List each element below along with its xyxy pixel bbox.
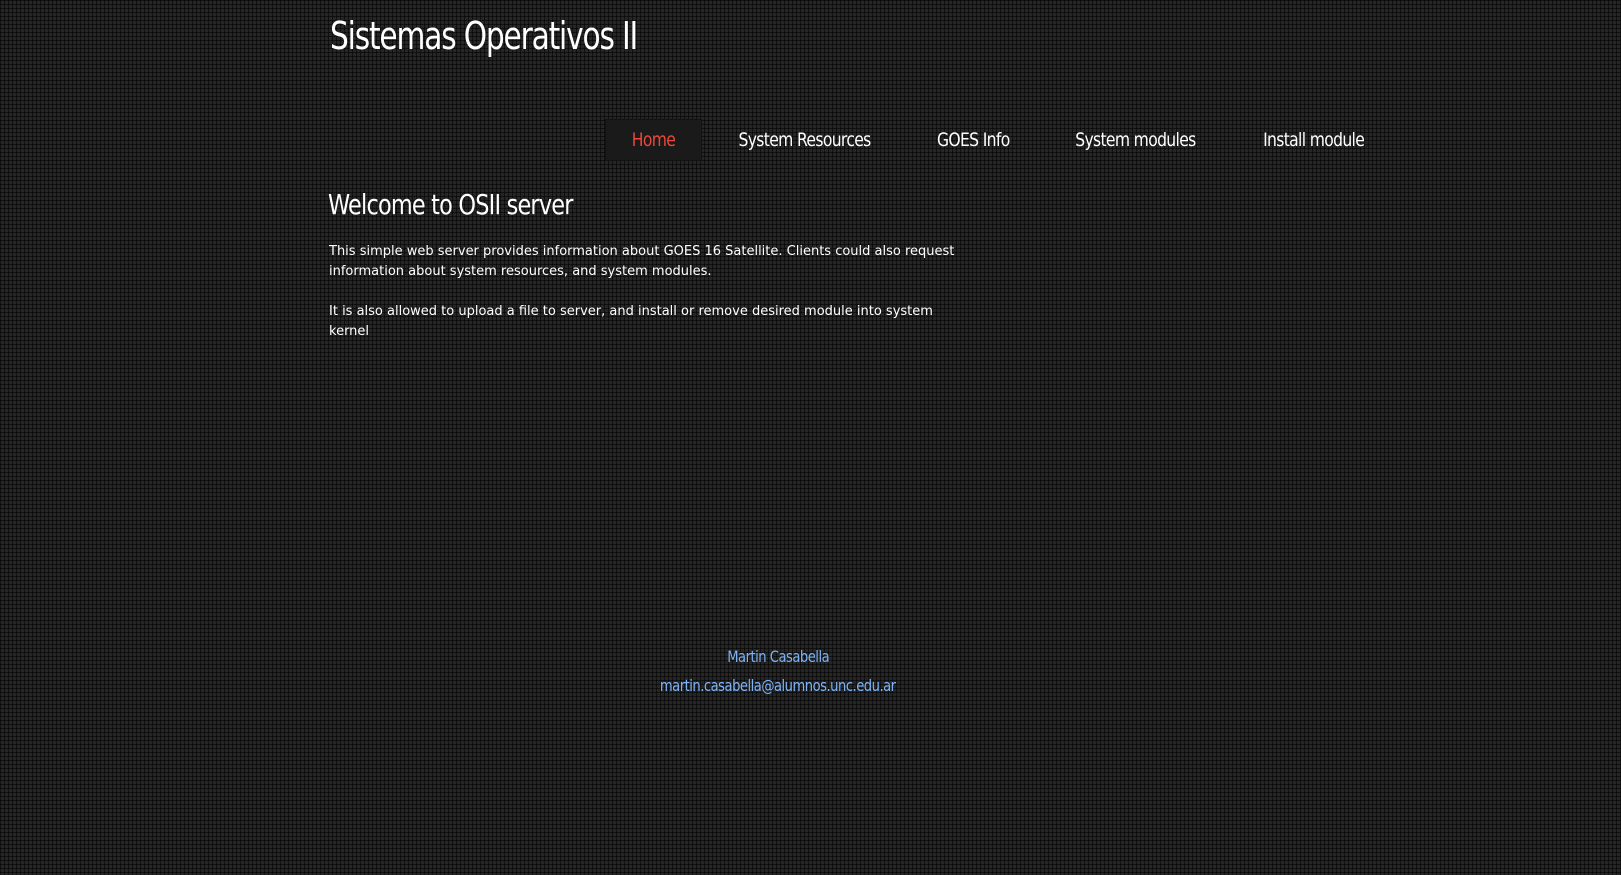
email-link[interactable]: martin.casabella@alumnos.unc.edu.ar: [0, 671, 1556, 700]
site-title: Sistemas Operativos II: [330, 14, 638, 58]
footer: Martin Casabella martin.casabella@alumno…: [0, 642, 1556, 700]
nav-item-label: Home: [631, 129, 676, 151]
nav-item-home[interactable]: Home: [605, 119, 702, 161]
nav-item-label: GOES Info: [937, 129, 1010, 151]
nav-item-goes-info[interactable]: GOES Info: [907, 119, 1040, 161]
upload-paragraph: It is also allowed to upload a file to s…: [329, 304, 933, 339]
intro-paragraph: This simple web server provides informat…: [329, 244, 955, 279]
nav-item-label: System Resources: [738, 129, 871, 151]
nav-item-label: System modules: [1074, 129, 1196, 151]
nav-item-label: Install module: [1263, 129, 1365, 151]
author-link[interactable]: Martin Casabella: [0, 642, 1556, 671]
nav-item-system-modules[interactable]: System modules: [1040, 119, 1231, 161]
author-email: martin.casabella@alumnos.unc.edu.ar: [660, 676, 896, 695]
main-nav: Home System Resources GOES Info System m…: [605, 119, 1398, 161]
author-name: Martin Casabella: [727, 647, 829, 666]
page-heading: Welcome to OSII server: [328, 188, 573, 221]
nav-item-system-resources[interactable]: System Resources: [702, 119, 907, 161]
nav-item-install-module[interactable]: Install module: [1230, 119, 1397, 161]
